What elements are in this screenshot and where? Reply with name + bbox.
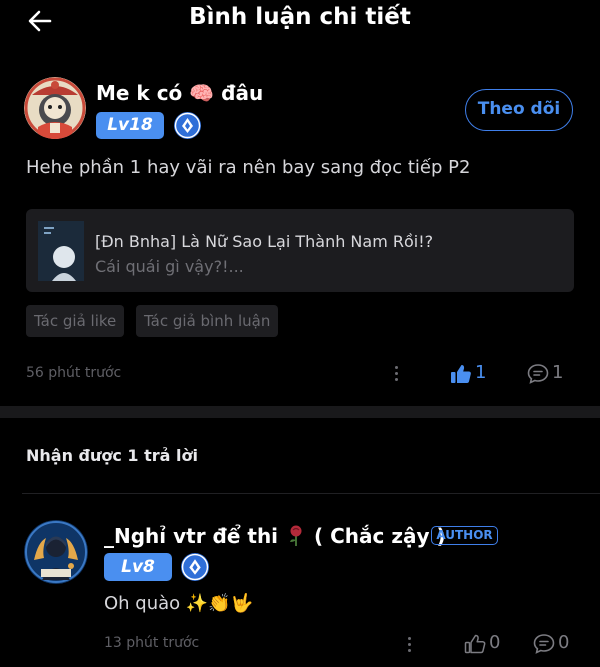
divider <box>22 493 600 494</box>
reply-count: 1 <box>552 362 564 383</box>
replies-heading: Nhận được 1 trả lời <box>26 446 198 465</box>
rose-icon <box>285 523 307 547</box>
app-header: Bình luận chi tiết <box>0 0 600 42</box>
reply-time: 13 phút trước <box>104 635 200 651</box>
reply-comment-icon[interactable] <box>532 632 556 656</box>
thumbs-up-icon[interactable] <box>450 363 472 385</box>
reply-verified-icon <box>181 553 209 581</box>
tag-author-like: Tác giả like <box>26 305 125 337</box>
reply-text: Oh quào ✨👏🤟 <box>104 593 254 614</box>
reply-level-badge: Lv8 <box>104 553 172 581</box>
reply-emojis: ✨👏🤟 <box>185 593 254 614</box>
reply-thumbs-up-icon[interactable] <box>464 633 486 655</box>
brain-emoji: 🧠 <box>189 81 215 105</box>
commenter-avatar[interactable] <box>24 77 86 139</box>
commenter-username[interactable]: Me k có 🧠 đâu <box>96 81 263 105</box>
author-badge: AUTHOR <box>431 526 498 545</box>
page-title: Bình luận chi tiết <box>189 4 411 30</box>
level-badge: Lv18 <box>96 112 164 139</box>
comment-time: 56 phút trước <box>26 365 122 381</box>
comment-text: Hehe phần 1 hay vãi ra nên bay sang đọc … <box>26 157 471 178</box>
follow-button[interactable]: Theo dõi <box>465 89 573 131</box>
book-title: [Đn Bnha] Là Nữ Sao Lại Thành Nam Rồi!? <box>95 232 434 251</box>
comment-icon[interactable] <box>526 362 550 386</box>
section-divider <box>0 406 600 418</box>
more-icon[interactable] <box>390 364 402 384</box>
like-count: 1 <box>475 362 487 383</box>
reply-like-count: 0 <box>489 632 501 653</box>
verified-icon <box>174 112 201 139</box>
reply-avatar[interactable] <box>24 520 88 584</box>
book-cover <box>38 221 84 281</box>
tag-author-comment: Tác giả bình luận <box>136 305 279 337</box>
reply-more-icon[interactable] <box>403 635 415 655</box>
reply-username[interactable]: _Nghỉ vtr để thi ( Chắc zậy ) <box>104 523 446 548</box>
reply-reply-count: 0 <box>558 632 570 653</box>
book-subtitle: Cái quái gì vậy?!... <box>95 257 244 276</box>
book-card[interactable]: [Đn Bnha] Là Nữ Sao Lại Thành Nam Rồi!? … <box>26 209 574 292</box>
